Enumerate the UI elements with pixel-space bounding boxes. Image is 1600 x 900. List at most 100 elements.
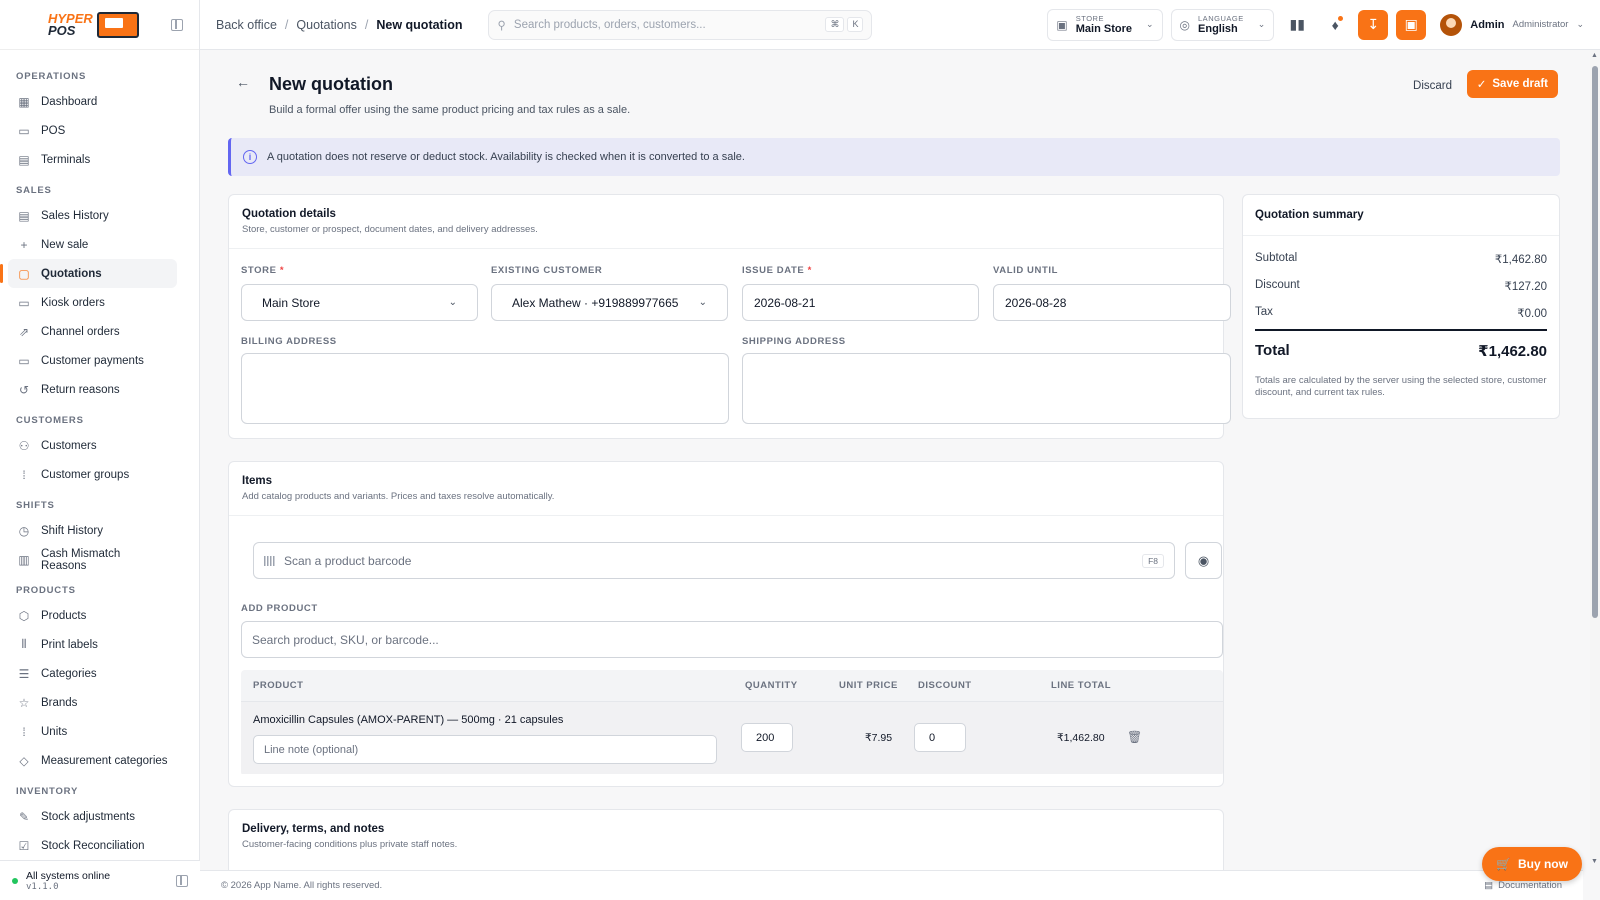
summary-note: Totals are calculated by the server usin… xyxy=(1255,375,1547,398)
user-menu[interactable]: Admin Administrator ⌄ xyxy=(1440,13,1584,36)
quantity-input[interactable]: 200 xyxy=(741,723,793,752)
status-dot xyxy=(12,877,18,884)
sidebar-item-quotations[interactable]: ▢ Quotations xyxy=(0,259,177,288)
barcode-scan-input[interactable]: Scan a product barcode F8 xyxy=(253,542,1175,579)
unit-price: ₹7.95 xyxy=(865,732,893,744)
sidebar-item-return-reasons[interactable]: ↺ Return reasons xyxy=(8,375,177,404)
billing-address-label: BILLING ADDRESS xyxy=(241,336,337,347)
valid-until-input[interactable]: 2026-08-28 xyxy=(993,284,1231,321)
collapse-sidebar-icon[interactable] xyxy=(171,18,183,31)
monitor-icon: ▣ xyxy=(1404,16,1418,32)
shipping-address-input[interactable] xyxy=(742,353,1231,424)
customer-select[interactable]: Alex Mathew · +919889977665 ⌄ xyxy=(491,284,728,321)
sidebar-item-dashboard[interactable]: ▦ Dashboard xyxy=(8,87,177,116)
barcode-icon: ⦀ xyxy=(21,637,27,651)
scroll-thumb[interactable] xyxy=(1592,66,1598,618)
sidebar-item-terminals[interactable]: ▤ Terminals xyxy=(8,145,177,174)
shipping-address-label: SHIPPING ADDRESS xyxy=(742,336,846,347)
sidebar-item-print-labels[interactable]: ⦀ Print labels xyxy=(8,630,177,659)
sidebar-item-stock-adjustments[interactable]: ✎ Stock adjustments xyxy=(8,802,177,831)
search-placeholder: Search products, orders, customers... xyxy=(513,18,706,31)
cash-icon: ▭ xyxy=(18,353,30,368)
sidebar-item-kiosk-orders[interactable]: ▭ Kiosk orders xyxy=(8,288,177,317)
save-draft-button[interactable]: ✓ Save draft xyxy=(1466,70,1558,98)
check-list-icon: ☑ xyxy=(18,838,30,853)
tag-icon: ◇ xyxy=(19,753,29,768)
sidebar: HYPER POS OPERATIONS ▦ Dashboard ▭ POS ▤ Termin… xyxy=(0,0,200,900)
dots-grid-icon: ⁞ xyxy=(22,724,26,739)
sidebar-item-shift-history[interactable]: ◷ Shift History xyxy=(8,516,177,545)
table-row: Amoxicillin Capsules (AMOX-PARENT) — 500… xyxy=(241,702,1223,774)
store-icon: ▣ xyxy=(1056,17,1068,32)
nav-section-title: CUSTOMERS xyxy=(16,415,84,426)
sidebar-item-units[interactable]: ⁞ Units xyxy=(8,717,177,746)
notifications-button[interactable]: ♦ xyxy=(1320,10,1350,40)
open-pos-button[interactable]: ▣ xyxy=(1396,9,1427,40)
store-selector[interactable]: ▣ STORE Main Store ⌄ xyxy=(1047,8,1163,41)
sidebar-item-customer-payments[interactable]: ▭ Customer payments xyxy=(8,346,177,375)
items-card: Items Add catalog products and variants.… xyxy=(228,461,1224,787)
sidebar-item-label: Channel orders xyxy=(41,325,120,338)
nav-section-title: OPERATIONS xyxy=(16,71,87,82)
card-title: Delivery, terms, and notes xyxy=(242,823,385,835)
sidebar-item-customer-groups[interactable]: ⁞ Customer groups xyxy=(8,460,177,489)
discard-button[interactable]: Discard xyxy=(1405,76,1460,96)
trash-icon[interactable]: 🗑 xyxy=(1127,730,1142,744)
global-search[interactable]: ⚲ Search products, orders, customers... … xyxy=(488,9,873,40)
buy-now-button[interactable]: 🛒 Buy now xyxy=(1482,847,1582,881)
plus-icon: + xyxy=(20,237,28,252)
quotation-details-card: Quotation details Store, customer or pro… xyxy=(228,194,1231,439)
breadcrumb: Back office / Quotations / New quotation xyxy=(216,17,463,32)
pos-terminal-icon xyxy=(96,11,139,38)
chevron-down-icon: ⌄ xyxy=(448,297,457,308)
sidebar-item-stock-reconciliation[interactable]: ☑ Stock Reconciliation xyxy=(8,831,177,860)
summary-tax: Tax ₹0.00 xyxy=(1255,306,1547,320)
sidebar-item-measurement-categories[interactable]: ◇ Measurement categories xyxy=(8,746,177,775)
table-header: PRODUCT QUANTITY UNIT PRICE DISCOUNT LIN… xyxy=(241,670,1223,702)
camera-scan-button[interactable]: ◉ xyxy=(1185,542,1222,579)
page-scrollbar[interactable]: ▲ ▼ xyxy=(1590,50,1600,870)
breadcrumb-back-office[interactable]: Back office xyxy=(216,18,277,32)
sidebar-item-brands[interactable]: ☆ Brands xyxy=(8,688,177,717)
sidebar-item-new-sale[interactable]: + New sale xyxy=(8,230,177,259)
info-banner: i A quotation does not reserve or deduct… xyxy=(228,138,1560,176)
add-product-search[interactable]: Search product, SKU, or barcode... xyxy=(241,621,1223,658)
edit-icon: ✎ xyxy=(18,809,30,824)
brand-logo[interactable]: HYPER POS xyxy=(48,11,139,38)
documentation-link[interactable]: ▤ Documentation xyxy=(1484,880,1562,891)
panel-toggle-icon[interactable] xyxy=(176,874,188,887)
language-selector[interactable]: ◎ LANGUAGE English ⌄ xyxy=(1170,8,1275,41)
chevron-down-icon: ⌄ xyxy=(698,297,707,308)
search-icon: ⚲ xyxy=(497,19,506,32)
star-icon: ☆ xyxy=(18,695,30,710)
dots-grid-icon: ⁞ xyxy=(22,467,26,482)
breadcrumb-quotations[interactable]: Quotations xyxy=(296,18,356,32)
issue-date-input[interactable]: 2026-08-21 xyxy=(742,284,979,321)
card-title: Items xyxy=(242,475,273,487)
reports-button[interactable]: ▮▮ xyxy=(1282,10,1312,40)
line-note-input[interactable]: Line note (optional) xyxy=(253,735,717,764)
logo-row: HYPER POS xyxy=(0,0,199,50)
sidebar-item-customers[interactable]: ⚇ Customers xyxy=(8,431,177,460)
summary-divider xyxy=(1255,329,1547,331)
sidebar-item-channel-orders[interactable]: ⇗ Channel orders xyxy=(8,317,177,346)
main-content: ← New quotation Build a formal offer usi… xyxy=(200,50,1583,870)
info-icon: i xyxy=(243,150,257,164)
back-arrow-icon[interactable]: ← xyxy=(236,74,250,90)
sidebar-item-label: Customer payments xyxy=(41,354,144,367)
store-select[interactable]: Main Store ⌄ xyxy=(241,284,478,321)
sidebar-item-label: Kiosk orders xyxy=(41,296,105,309)
sidebar-item-label: Customer groups xyxy=(41,468,130,481)
sidebar-item-sales-history[interactable]: ▤ Sales History xyxy=(8,201,177,230)
discount-input[interactable]: 0 xyxy=(914,723,966,752)
sidebar-item-categories[interactable]: ☰ Categories xyxy=(8,659,177,688)
sidebar-item-products[interactable]: ⬡ Products xyxy=(8,601,177,630)
sidebar-item-label: Stock Reconciliation xyxy=(41,839,145,852)
check-icon: ✓ xyxy=(1476,79,1487,91)
sidebar-item-cash-mismatch-reasons[interactable]: ▥ Cash Mismatch Reasons xyxy=(8,545,177,574)
sidebar-item-pos[interactable]: ▭ POS xyxy=(8,116,177,145)
nav-section-title: INVENTORY xyxy=(16,786,79,797)
billing-address-input[interactable] xyxy=(241,353,729,424)
download-button[interactable]: ↧ xyxy=(1358,9,1389,40)
system-status: All systems online v1.1.0 xyxy=(0,860,200,900)
